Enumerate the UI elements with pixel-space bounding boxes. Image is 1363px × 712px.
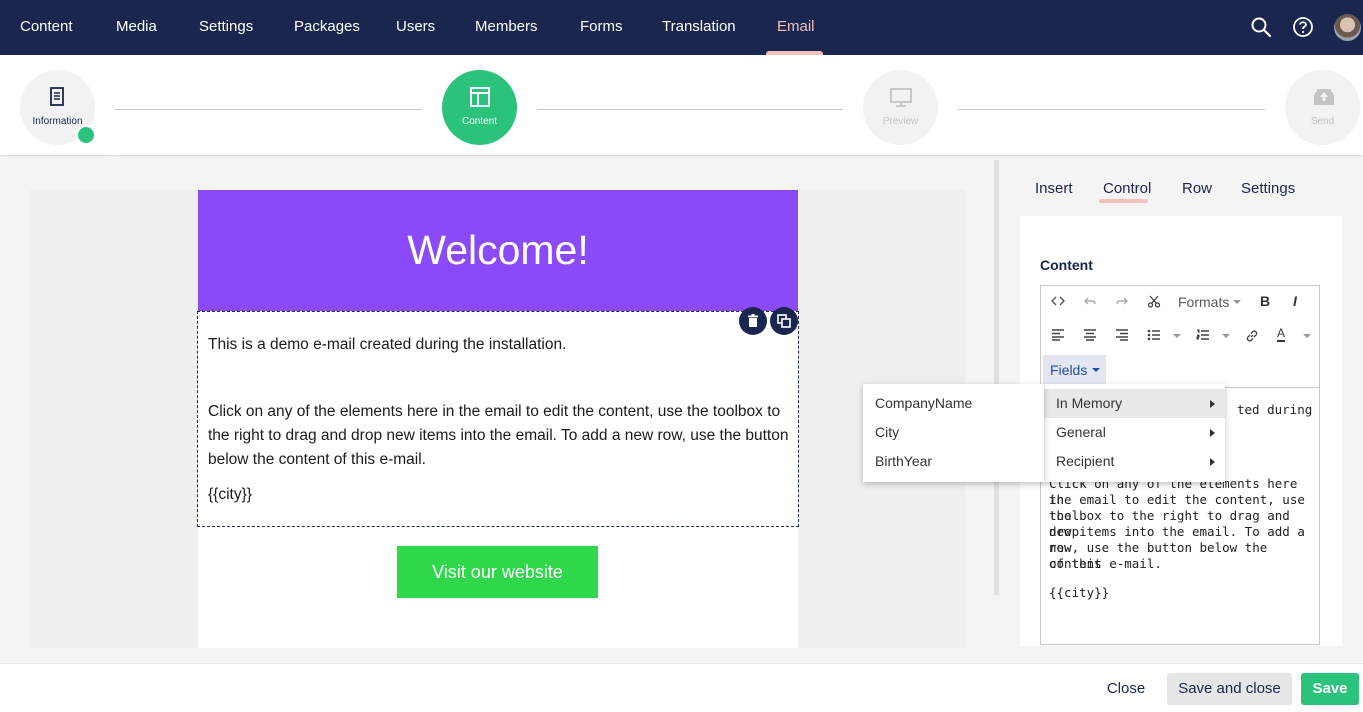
- nav-members[interactable]: Members: [475, 0, 538, 55]
- send-icon: [1314, 89, 1334, 105]
- tab-settings[interactable]: Settings: [1241, 180, 1295, 197]
- footer-bar: [0, 663, 1363, 712]
- step-content[interactable]: Content: [442, 70, 517, 145]
- nav-content[interactable]: Content: [20, 0, 73, 55]
- menu-item-in-memory[interactable]: In Memory: [1044, 389, 1225, 418]
- fields-menu: In Memory General Recipient: [1044, 384, 1225, 482]
- bullet-list-icon[interactable]: [1147, 329, 1161, 344]
- step-send[interactable]: Send: [1285, 70, 1360, 145]
- layout-icon: [470, 87, 490, 107]
- tab-active-indicator: [1099, 199, 1148, 203]
- step-connector: [115, 109, 422, 110]
- visit-website-button[interactable]: Visit our website: [397, 546, 598, 598]
- bold-icon[interactable]: B: [1260, 293, 1270, 309]
- tab-row[interactable]: Row: [1182, 180, 1212, 197]
- step-label: Preview: [882, 116, 919, 127]
- email-paragraph-2[interactable]: Click on any of the elements here in the…: [208, 400, 793, 472]
- tab-control[interactable]: Control: [1103, 180, 1151, 197]
- undo-icon[interactable]: [1083, 294, 1097, 311]
- tab-insert[interactable]: Insert: [1035, 180, 1073, 197]
- content-label: Content: [1040, 257, 1093, 273]
- email-paragraph-3[interactable]: {{city}}: [208, 483, 793, 507]
- nav-users[interactable]: Users: [396, 0, 435, 55]
- checkmark-icon: [76, 125, 118, 156]
- step-information[interactable]: Information: [20, 70, 118, 156]
- nav-email[interactable]: Email: [777, 0, 815, 55]
- submenu-item-birthyear[interactable]: BirthYear: [863, 447, 1044, 476]
- formats-dropdown[interactable]: Formats: [1178, 294, 1229, 310]
- cut-icon[interactable]: [1147, 294, 1161, 311]
- fields-submenu: CompanyName City BirthYear: [863, 384, 1044, 482]
- align-right-icon[interactable]: [1115, 329, 1129, 344]
- panel-divider[interactable]: [994, 160, 999, 595]
- step-label: Send: [1310, 116, 1335, 127]
- user-avatar[interactable]: [1334, 14, 1361, 41]
- editor-text-line[interactable]: of this e-mail.: [1049, 556, 1314, 572]
- source-code-icon[interactable]: [1051, 294, 1065, 311]
- fields-dropdown-button[interactable]: Fields: [1043, 355, 1106, 385]
- chevron-right-icon: [1210, 458, 1215, 466]
- menu-item-label: Recipient: [1056, 453, 1115, 469]
- step-bar: Information Content Preview Send: [0, 55, 1363, 156]
- menu-item-label: In Memory: [1056, 395, 1123, 411]
- numbered-list-icon[interactable]: [1196, 329, 1210, 344]
- selected-text-row[interactable]: This is a demo e-mail created during the…: [197, 311, 799, 527]
- copy-icon: [777, 314, 791, 328]
- top-nav: Content Media Settings Packages Users Me…: [0, 0, 1363, 55]
- chevron-down-icon: [1092, 368, 1100, 372]
- submenu-item-city[interactable]: City: [863, 418, 1044, 447]
- email-header[interactable]: Welcome!: [198, 190, 798, 311]
- menu-item-general[interactable]: General: [1044, 418, 1225, 447]
- nav-forms[interactable]: Forms: [580, 0, 623, 55]
- editor-text-line[interactable]: ted during: [1237, 402, 1317, 418]
- redo-icon[interactable]: [1115, 294, 1129, 311]
- trash-icon: [748, 314, 758, 327]
- align-center-icon[interactable]: [1083, 329, 1097, 344]
- italic-icon[interactable]: I: [1293, 293, 1297, 309]
- chevron-down-icon[interactable]: [1303, 334, 1311, 338]
- menu-item-label: General: [1056, 424, 1106, 440]
- text-color-icon[interactable]: A: [1277, 327, 1286, 342]
- nav-settings[interactable]: Settings: [199, 0, 253, 55]
- monitor-icon: [890, 88, 912, 107]
- chevron-right-icon: [1210, 429, 1215, 437]
- editor-text-line[interactable]: {{city}}: [1049, 585, 1314, 601]
- chevron-down-icon[interactable]: [1222, 334, 1230, 338]
- step-connector: [958, 109, 1265, 110]
- menu-item-recipient[interactable]: Recipient: [1044, 447, 1225, 476]
- nav-translation[interactable]: Translation: [662, 0, 736, 55]
- close-button[interactable]: Close: [1100, 673, 1152, 705]
- link-icon[interactable]: [1245, 329, 1259, 346]
- email-paragraph-1[interactable]: This is a demo e-mail created during the…: [208, 333, 793, 357]
- help-icon[interactable]: [1292, 16, 1314, 38]
- step-connector: [537, 109, 843, 110]
- step-label: Content: [461, 116, 498, 127]
- nav-media[interactable]: Media: [116, 0, 157, 55]
- search-icon[interactable]: [1250, 16, 1272, 38]
- delete-row-button[interactable]: [739, 307, 767, 335]
- chevron-right-icon: [1210, 400, 1215, 408]
- chevron-down-icon[interactable]: [1173, 334, 1181, 338]
- chevron-down-icon: [1233, 300, 1241, 304]
- save-and-close-button[interactable]: Save and close: [1167, 673, 1292, 705]
- fields-label: Fields: [1050, 362, 1088, 378]
- step-preview[interactable]: Preview: [863, 70, 938, 145]
- document-icon: [50, 87, 64, 106]
- copy-row-button[interactable]: [770, 307, 798, 335]
- align-left-icon[interactable]: [1051, 329, 1065, 344]
- submenu-item-companyname[interactable]: CompanyName: [863, 389, 1044, 418]
- nav-packages[interactable]: Packages: [294, 0, 360, 55]
- save-button[interactable]: Save: [1301, 673, 1359, 705]
